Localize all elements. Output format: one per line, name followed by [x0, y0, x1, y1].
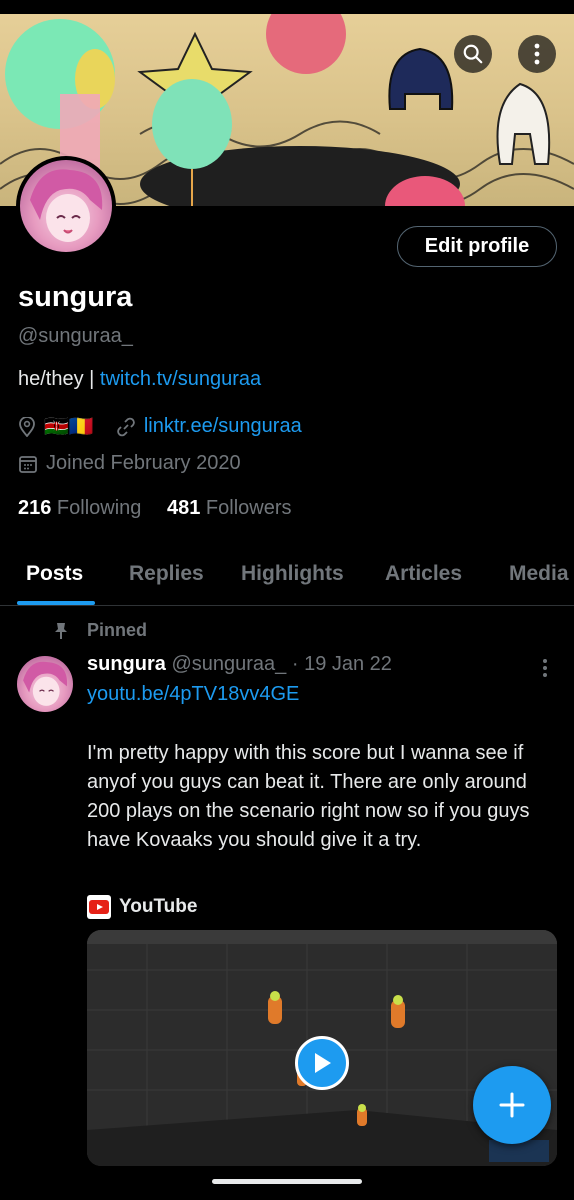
youtube-logo-icon: [87, 895, 111, 919]
followers-count: 481: [166, 497, 201, 519]
card-source-name: YouTube: [119, 896, 198, 917]
following-count: 216: [18, 497, 52, 519]
tab-articles[interactable]: Articles: [385, 562, 462, 586]
play-icon: [315, 1053, 331, 1073]
post-header: sungura @sunguraa_ · 19 Jan 22: [87, 653, 392, 676]
post-author-handle[interactable]: @sunguraa_: [171, 653, 286, 675]
follow-stats: 216 Following 481 Followers: [18, 497, 292, 520]
pinned-label: Pinned: [87, 620, 148, 640]
profile-avatar[interactable]: [16, 156, 116, 256]
plus-icon: [499, 1092, 525, 1118]
post-date: · 19 Jan 22: [286, 653, 392, 675]
post-link[interactable]: youtu.be/4pTV18vv4GE: [87, 683, 299, 706]
post-text: I'm pretty happy with this score but I w…: [87, 742, 530, 851]
joined-date: Joined February 2020: [46, 452, 241, 474]
tab-highlights[interactable]: Highlights: [241, 562, 344, 586]
pin-icon: [55, 622, 67, 639]
profile-tabs: Posts Replies Highlights Articles Media: [0, 548, 574, 606]
more-vertical-icon: [543, 659, 547, 677]
post-author-avatar[interactable]: [17, 656, 73, 712]
display-name: sungura: [18, 281, 133, 313]
compose-post-button[interactable]: [473, 1066, 551, 1144]
post-more-button[interactable]: [538, 657, 552, 679]
video-play-button[interactable]: [295, 1036, 349, 1090]
home-indicator[interactable]: [212, 1179, 362, 1184]
following-link[interactable]: 216 Following: [18, 497, 141, 519]
tab-posts[interactable]: Posts: [26, 562, 83, 586]
pinned-label-row: Pinned: [53, 620, 147, 641]
user-handle: @sunguraa_: [18, 325, 133, 347]
following-label: Following: [51, 497, 142, 519]
search-button[interactable]: [454, 35, 492, 73]
avatar-image: [20, 160, 112, 252]
link-card-source: YouTube: [87, 895, 197, 919]
search-icon: [463, 44, 483, 64]
bio-text: he/they |: [18, 368, 100, 390]
post-author-name[interactable]: sungura: [87, 653, 166, 675]
profile-meta-joined: Joined February 2020: [18, 452, 241, 475]
followers-link[interactable]: 481 Followers: [167, 497, 292, 519]
location-pin-icon: [19, 416, 35, 437]
tab-replies[interactable]: Replies: [129, 562, 204, 586]
location-flags: 🇰🇪🇷🇴: [44, 416, 94, 438]
edit-profile-button[interactable]: Edit profile: [397, 226, 557, 267]
bio: he/they | twitch.tv/sunguraa: [18, 368, 261, 391]
tab-media[interactable]: Media: [509, 562, 569, 586]
calendar-icon: [19, 455, 37, 473]
active-tab-indicator: [17, 601, 95, 605]
bio-link[interactable]: twitch.tv/sunguraa: [100, 368, 261, 390]
website-link[interactable]: linktr.ee/sunguraa: [144, 415, 302, 438]
link-icon: [117, 417, 135, 436]
more-vertical-icon: [534, 43, 540, 65]
followers-label: Followers: [200, 497, 292, 519]
more-options-button[interactable]: [518, 35, 556, 73]
profile-meta-location: 🇰🇪🇷🇴 linktr.ee/sunguraa: [18, 414, 302, 439]
